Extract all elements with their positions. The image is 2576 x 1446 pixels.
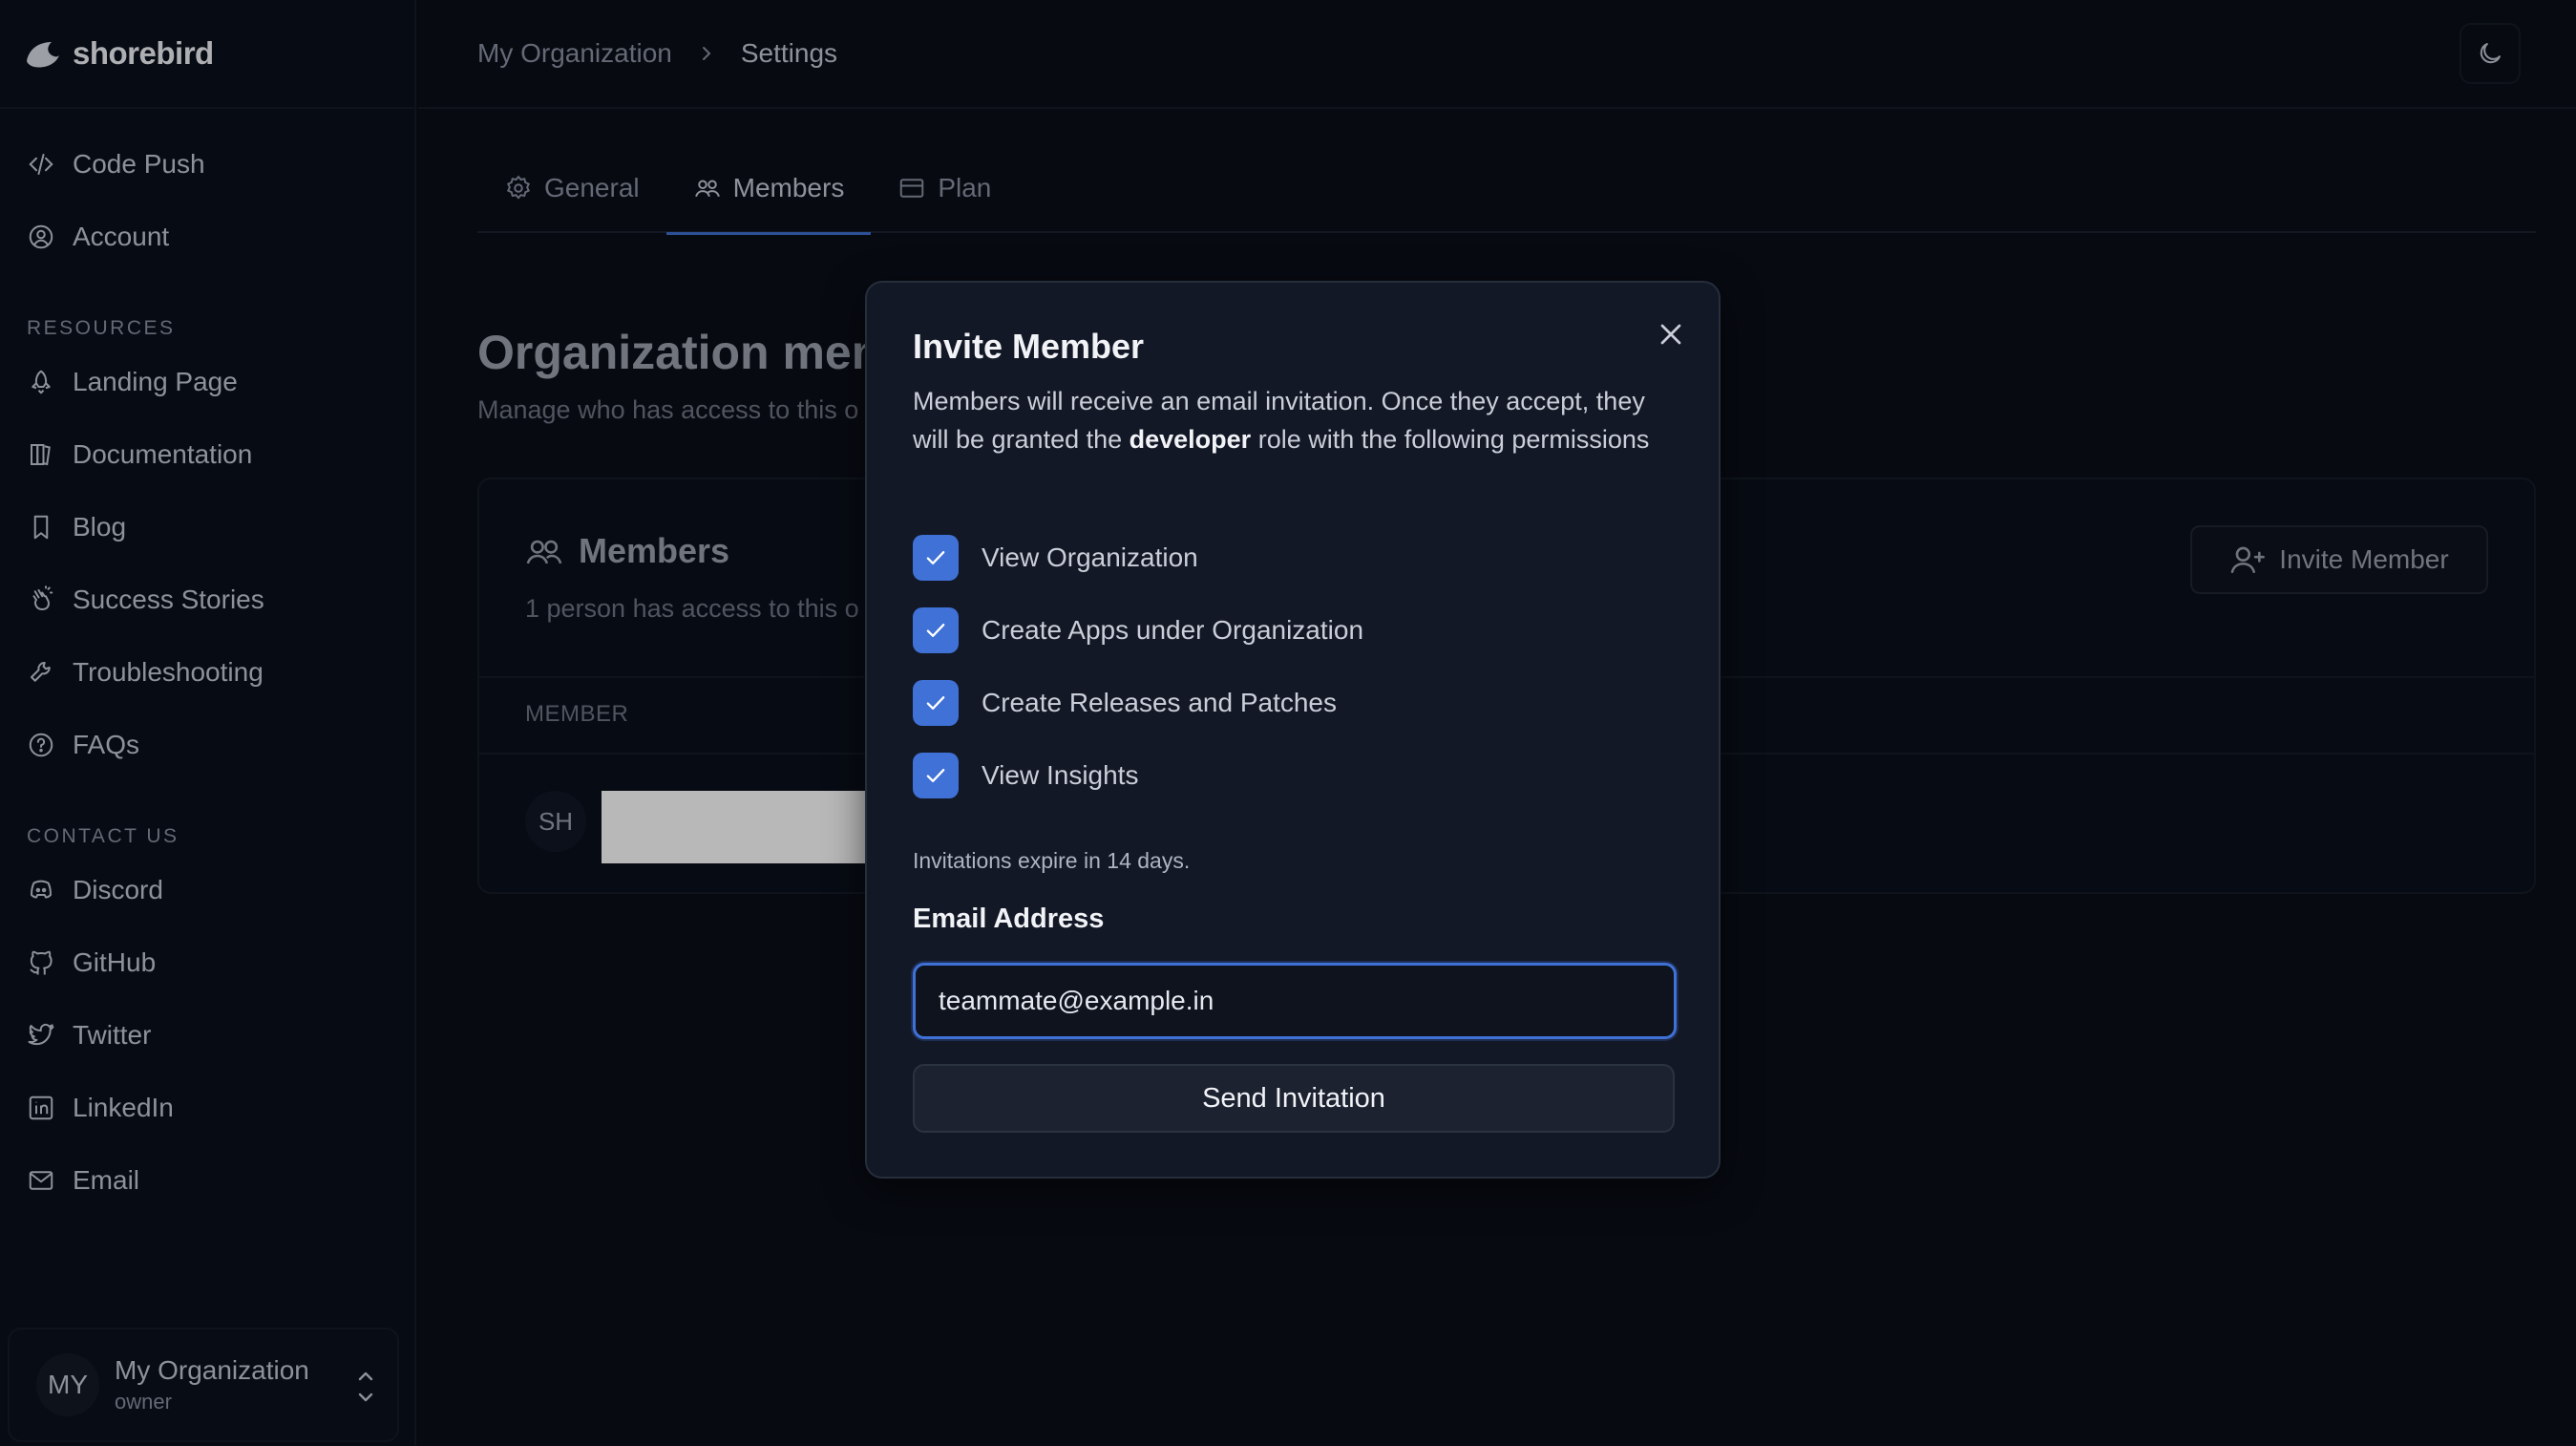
invite-member-dialog: Invite Member Members will receive an em…	[865, 281, 1721, 1179]
invitation-expiry-note: Invitations expire in 14 days.	[913, 848, 1191, 873]
permission-item: Create Apps under Organization	[913, 594, 1363, 667]
permission-checkbox[interactable]	[913, 535, 959, 581]
send-invitation-button[interactable]: Send Invitation	[913, 1064, 1675, 1133]
permission-checkbox[interactable]	[913, 607, 959, 653]
permission-item: Create Releases and Patches	[913, 667, 1363, 739]
dialog-description-text: role with the following permissions	[1251, 425, 1650, 454]
permission-label: View Insights	[982, 760, 1139, 790]
permission-label: Create Releases and Patches	[982, 688, 1337, 717]
dialog-title: Invite Member	[913, 327, 1145, 366]
permission-label: Create Apps under Organization	[982, 615, 1364, 645]
dialog-role-name: developer	[1129, 425, 1252, 454]
email-input[interactable]	[913, 963, 1677, 1039]
dialog-description: Members will receive an email invitation…	[913, 382, 1677, 458]
permission-list: View Organization Create Apps under Orga…	[913, 521, 1363, 812]
email-label: Email Address	[913, 904, 1105, 934]
permission-checkbox[interactable]	[913, 753, 959, 798]
permission-item: View Insights	[913, 739, 1363, 812]
permission-item: View Organization	[913, 521, 1363, 594]
permission-checkbox[interactable]	[913, 680, 959, 726]
checkmark-icon	[926, 624, 945, 637]
checkmark-icon	[926, 769, 945, 782]
send-invitation-label: Send Invitation	[1202, 1082, 1385, 1114]
checkmark-icon	[926, 551, 945, 564]
permission-label: View Organization	[982, 542, 1198, 572]
checkmark-icon	[926, 696, 945, 710]
close-icon[interactable]	[1654, 317, 1688, 351]
